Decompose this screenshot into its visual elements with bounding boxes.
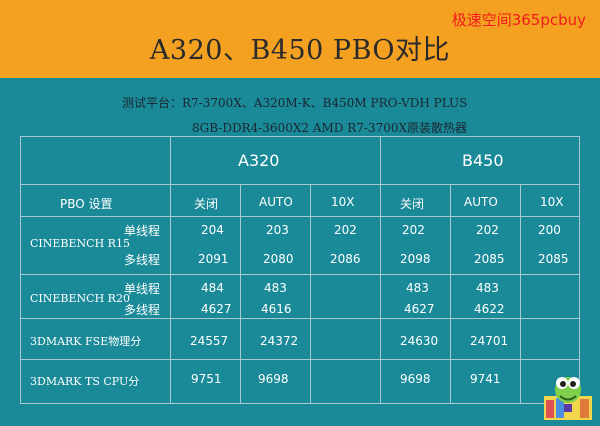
r20-single-b450-auto: 483 — [476, 281, 499, 295]
r15-single-b450-auto: 202 — [476, 223, 499, 237]
platform-line-1: 测试平台：R7-3700X、A320M-K、B450M PRO-VDH PLUS — [122, 96, 468, 110]
r15-single-a320-10x: 202 — [334, 223, 357, 237]
row-label-cinebench-r15: CINEBENCH R15 — [30, 237, 130, 250]
ts-a320-auto: 9698 — [258, 372, 289, 386]
r20-single-a320-auto: 483 — [264, 281, 287, 295]
r15-multi-b450-auto: 2085 — [474, 252, 505, 266]
r15-single-label: 单线程 — [124, 224, 161, 238]
row-label-3dmark-fse: 3DMARK FSE物理分 — [30, 335, 142, 348]
r15-multi-a320-off: 2091 — [198, 252, 229, 266]
r20-multi-b450-auto: 4622 — [474, 302, 505, 316]
fse-a320-auto: 24372 — [260, 334, 299, 348]
setting-a320-auto: AUTO — [259, 195, 293, 209]
setting-b450-auto: AUTO — [464, 195, 498, 209]
watermark: 极速空间365pcbuy — [451, 11, 586, 29]
r15-multi-a320-10x: 2086 — [330, 252, 361, 266]
fse-b450-off: 24630 — [400, 334, 439, 348]
setting-a320-10x: 10X — [331, 195, 355, 209]
r20-multi-b450-off: 4627 — [404, 302, 435, 316]
r15-multi-label: 多线程 — [124, 253, 161, 267]
r20-single-a320-off: 484 — [201, 281, 224, 295]
row-label-3dmark-ts: 3DMARK TS CPU分 — [30, 375, 140, 388]
mascot-logo-icon — [544, 377, 592, 420]
r20-single-b450-off: 483 — [406, 281, 429, 295]
header-a320: A320 — [238, 151, 280, 170]
r15-multi-a320-auto: 2080 — [263, 252, 294, 266]
setting-a320-off: 关闭 — [194, 197, 219, 211]
r20-multi-label: 多线程 — [124, 303, 161, 317]
setting-b450-10x: 10X — [540, 195, 564, 209]
r15-single-b450-off: 202 — [402, 223, 425, 237]
setting-b450-off: 关闭 — [400, 197, 425, 211]
pbo-settings-label: PBO 设置 — [60, 197, 113, 211]
page-title: A320、B450 PBO对比 — [149, 35, 451, 66]
fse-a320-off: 24557 — [190, 334, 229, 348]
header-b450: B450 — [462, 151, 504, 170]
r15-single-a320-auto: 203 — [266, 223, 289, 237]
r15-single-a320-off: 204 — [201, 223, 224, 237]
ts-b450-auto: 9741 — [470, 372, 501, 386]
ts-b450-off: 9698 — [400, 372, 431, 386]
r15-multi-b450-off: 2098 — [400, 252, 431, 266]
r20-multi-a320-off: 4627 — [201, 302, 232, 316]
r20-single-label: 单线程 — [124, 282, 161, 296]
platform-line-2: 8GB-DDR4-3600X2 AMD R7-3700X原装散热器 — [192, 121, 468, 135]
row-label-cinebench-r20: CINEBENCH R20 — [30, 292, 130, 305]
r15-multi-b450-10x: 2085 — [538, 252, 569, 266]
comparison-table: A320 B450 PBO 设置 关闭 AUTO 10X 关闭 AUTO 10X… — [20, 136, 580, 404]
fse-b450-auto: 24701 — [470, 334, 509, 348]
r15-single-b450-10x: 200 — [538, 223, 561, 237]
ts-a320-off: 9751 — [191, 372, 222, 386]
r20-multi-a320-auto: 4616 — [261, 302, 292, 316]
